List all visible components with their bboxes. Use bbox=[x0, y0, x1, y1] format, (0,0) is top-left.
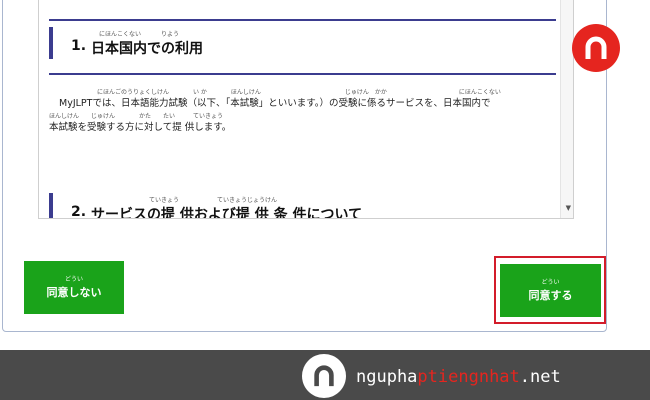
watermark-part-3: .net bbox=[519, 367, 561, 387]
section-divider bbox=[49, 73, 556, 75]
watermark-part-2: ptiengnhat bbox=[417, 367, 520, 387]
heading-title: サービスの提 供および提 供 条 件について bbox=[91, 207, 363, 219]
disagree-ruby: どうい bbox=[64, 275, 83, 283]
agree-label: 同意する bbox=[528, 288, 573, 302]
paragraph-line-2: 本試験を受験する方に対して提 供します。 bbox=[49, 122, 232, 133]
watermark-text: nguphaptiengnhat.net bbox=[356, 367, 561, 387]
brand-logo-icon bbox=[302, 354, 346, 398]
section-heading-1: にほんこくない りよう 1. 日本国内での利用 bbox=[49, 27, 556, 59]
heading-ruby-1b: りよう bbox=[161, 31, 180, 38]
watermark-part-1: ngupha bbox=[356, 367, 418, 387]
heading-number: 1. bbox=[71, 38, 87, 54]
heading-bar bbox=[49, 27, 53, 59]
brand-logo-icon bbox=[572, 24, 620, 72]
agree-ruby: どうい bbox=[541, 278, 560, 286]
heading-number: 2. bbox=[71, 204, 87, 219]
section-heading-2: ていきょう ていきょうじょうけん 2. サービスの提 供および提 供 条 件につ… bbox=[49, 193, 556, 219]
heading-title: 日本国内での利用 bbox=[91, 41, 203, 57]
section-divider-top bbox=[49, 19, 556, 21]
paragraph-line-1: MyJLPTでは、日本語能力試験（以下、「本試験」といいます。）の受験に係るサー… bbox=[59, 98, 491, 109]
scrollbar[interactable]: ▼ bbox=[560, 0, 573, 218]
scroll-down-arrow-icon[interactable]: ▼ bbox=[566, 204, 571, 212]
heading-ruby-2a: ていきょう bbox=[149, 197, 180, 204]
heading-bar bbox=[49, 193, 53, 218]
disagree-button[interactable]: どうい 同意しない bbox=[24, 261, 124, 314]
heading-ruby-1a: にほんこくない bbox=[99, 31, 142, 38]
disagree-label: 同意しない bbox=[46, 285, 102, 299]
terms-scroll-area[interactable]: にほんこくない りよう 1. 日本国内での利用 にほんごのうりょくしけん い か… bbox=[38, 0, 574, 219]
heading-ruby-2b: ていきょうじょうけん bbox=[217, 197, 278, 204]
agree-button[interactable]: どうい 同意する bbox=[500, 264, 601, 317]
